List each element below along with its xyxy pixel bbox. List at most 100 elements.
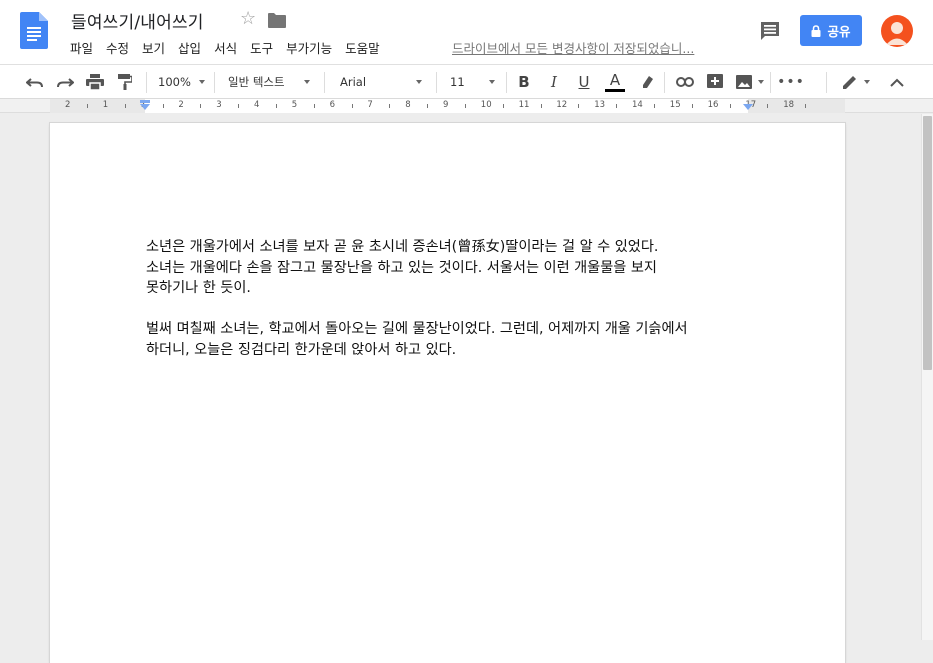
- right-indent-marker[interactable]: [743, 104, 753, 110]
- ruler-tick: [427, 104, 429, 108]
- menu-view[interactable]: 보기: [142, 38, 165, 57]
- link-icon[interactable]: [674, 65, 696, 99]
- ruler-tick: [238, 104, 240, 108]
- ruler-number: 5: [291, 100, 298, 110]
- star-icon[interactable]: ☆: [240, 8, 256, 29]
- comment-icon[interactable]: [759, 20, 781, 42]
- ruler-tick: [313, 104, 315, 108]
- bold-icon[interactable]: B: [514, 65, 534, 99]
- highlight-icon[interactable]: [637, 65, 657, 99]
- ruler-number: 1: [102, 100, 109, 110]
- toolbar-divider: [436, 72, 437, 93]
- ruler[interactable]: 2 1 1 2 3 4 5 6 7 8 9 10 11 12 13 14 15 16 17 18: [0, 99, 933, 113]
- ruler-number: 16: [707, 100, 719, 110]
- style-value: 일반 텍스트: [228, 75, 285, 89]
- document-title[interactable]: 들여쓰기/내어쓰기: [71, 8, 204, 33]
- undo-icon[interactable]: [24, 65, 46, 99]
- scrollbar-thumb[interactable]: [923, 116, 932, 370]
- chevron-down-icon: [199, 80, 205, 84]
- ruler-tick: [275, 104, 277, 108]
- paint-format-icon[interactable]: [114, 65, 136, 99]
- style-select[interactable]: 일반 텍스트: [228, 65, 313, 99]
- share-button[interactable]: 공유: [800, 15, 862, 46]
- zoom-value: 100%: [158, 75, 191, 89]
- text-color-icon[interactable]: A: [603, 65, 627, 99]
- ruler-number: 14: [632, 100, 643, 110]
- ruler-number: 3: [216, 100, 222, 110]
- ruler-number: 18: [783, 100, 795, 110]
- ruler-number: 8: [405, 100, 411, 110]
- menu-addons[interactable]: 부가기능: [286, 38, 332, 57]
- paragraph-line[interactable]: 벌써 며칠째 소녀는, 학교에서 돌아오는 길에 물장난이었다. 그런데, 어제…: [146, 319, 766, 340]
- document-page[interactable]: 소년은 개울가에서 소녀를 보자 곧 윤 초시네 증손녀(曾孫女)딸이라는 걸 …: [50, 123, 845, 663]
- document-body[interactable]: 소년은 개울가에서 소녀를 보자 곧 윤 초시네 증손녀(曾孫女)딸이라는 걸 …: [146, 237, 766, 360]
- ruler-tick: [578, 104, 580, 108]
- ruler-number: 11: [518, 100, 530, 110]
- redo-icon[interactable]: [54, 65, 76, 99]
- ruler-tick: [86, 104, 88, 108]
- paragraph-line[interactable]: 소녀는 개울에다 손을 잠그고 물장난을 하고 있는 것이다. 서울서는 이런 …: [146, 258, 766, 279]
- menu-tools[interactable]: 도구: [250, 38, 273, 57]
- font-select[interactable]: Arial: [340, 65, 425, 99]
- chevron-down-icon: [489, 80, 495, 84]
- toolbar-divider: [664, 72, 665, 93]
- toolbar-divider: [214, 72, 215, 93]
- toolbar-divider: [826, 72, 827, 93]
- paragraph-line[interactable]: 하더니, 오늘은 징검다리 한가운데 앉아서 하고 있다.: [146, 340, 766, 361]
- insert-image-icon[interactable]: [733, 65, 755, 99]
- italic-icon[interactable]: I: [544, 65, 564, 99]
- paragraph-line[interactable]: 못하기나 한 듯이.: [146, 278, 766, 299]
- ruler-tick: [616, 104, 618, 108]
- ruler-tick: [464, 104, 466, 108]
- menu-bar: 파일 수정 보기 삽입 서식 도구 부가기능 도움말: [70, 38, 393, 57]
- first-line-indent-marker[interactable]: [140, 100, 150, 103]
- menu-edit[interactable]: 수정: [106, 38, 129, 57]
- edit-mode-icon[interactable]: [840, 65, 860, 99]
- folder-icon[interactable]: [268, 12, 286, 28]
- toolbar-divider: [324, 72, 325, 93]
- paragraph-line[interactable]: 소년은 개울가에서 소녀를 보자 곧 윤 초시네 증손녀(曾孫女)딸이라는 걸 …: [146, 237, 766, 258]
- font-value: Arial: [340, 75, 367, 89]
- share-label: 공유: [827, 24, 851, 39]
- ruler-tick: [389, 104, 391, 108]
- toolbar-divider: [146, 72, 147, 93]
- collapse-menu-icon[interactable]: [887, 65, 907, 99]
- account-icon: [886, 22, 908, 45]
- more-icon[interactable]: •••: [777, 65, 804, 99]
- ruler-tick: [200, 104, 202, 108]
- font-size-value: 11: [450, 75, 465, 89]
- menu-file[interactable]: 파일: [70, 38, 93, 57]
- ruler-number: 15: [669, 100, 681, 110]
- chevron-down-icon: [416, 80, 422, 84]
- docs-logo-icon[interactable]: [20, 12, 48, 49]
- ruler-tick: [502, 104, 504, 108]
- menu-insert[interactable]: 삽입: [178, 38, 201, 57]
- underline-icon[interactable]: U: [574, 65, 594, 99]
- menu-help[interactable]: 도움말: [345, 38, 380, 57]
- ruler-tick: [805, 104, 807, 108]
- ruler-number: 12: [556, 100, 568, 110]
- chevron-down-icon: [758, 80, 764, 84]
- add-comment-icon[interactable]: [704, 65, 726, 99]
- ruler-tick: [653, 104, 655, 108]
- save-status-link[interactable]: 드라이브에서 모든 변경사항이 저장되었습니...: [452, 38, 694, 57]
- header: 들여쓰기/내어쓰기 ☆ 파일 수정 보기 삽입 서식 도구 부가기능 도움말 드…: [0, 0, 933, 64]
- ruler-right-margin: [748, 99, 845, 113]
- ruler-number: 4: [254, 100, 260, 110]
- print-icon[interactable]: [84, 65, 106, 99]
- toolbar: 100% 일반 텍스트 Arial 11 B I U A •••: [0, 64, 933, 99]
- ruler-tick: [729, 104, 731, 108]
- ruler-number: 6: [329, 100, 336, 110]
- ruler-number: 7: [367, 100, 373, 110]
- ruler-tick: [162, 104, 164, 108]
- document-canvas: 소년은 개울가에서 소녀를 보자 곧 윤 초시네 증손녀(曾孫女)딸이라는 걸 …: [0, 114, 921, 663]
- ruler-number: 2: [178, 100, 184, 110]
- lock-icon: [811, 24, 821, 37]
- chevron-down-icon: [304, 80, 310, 84]
- left-indent-marker[interactable]: [140, 104, 150, 110]
- menu-format[interactable]: 서식: [214, 38, 237, 57]
- avatar[interactable]: [881, 15, 913, 47]
- toolbar-divider: [506, 72, 507, 93]
- toolbar-divider: [770, 72, 771, 93]
- ruler-number: 2: [65, 100, 71, 110]
